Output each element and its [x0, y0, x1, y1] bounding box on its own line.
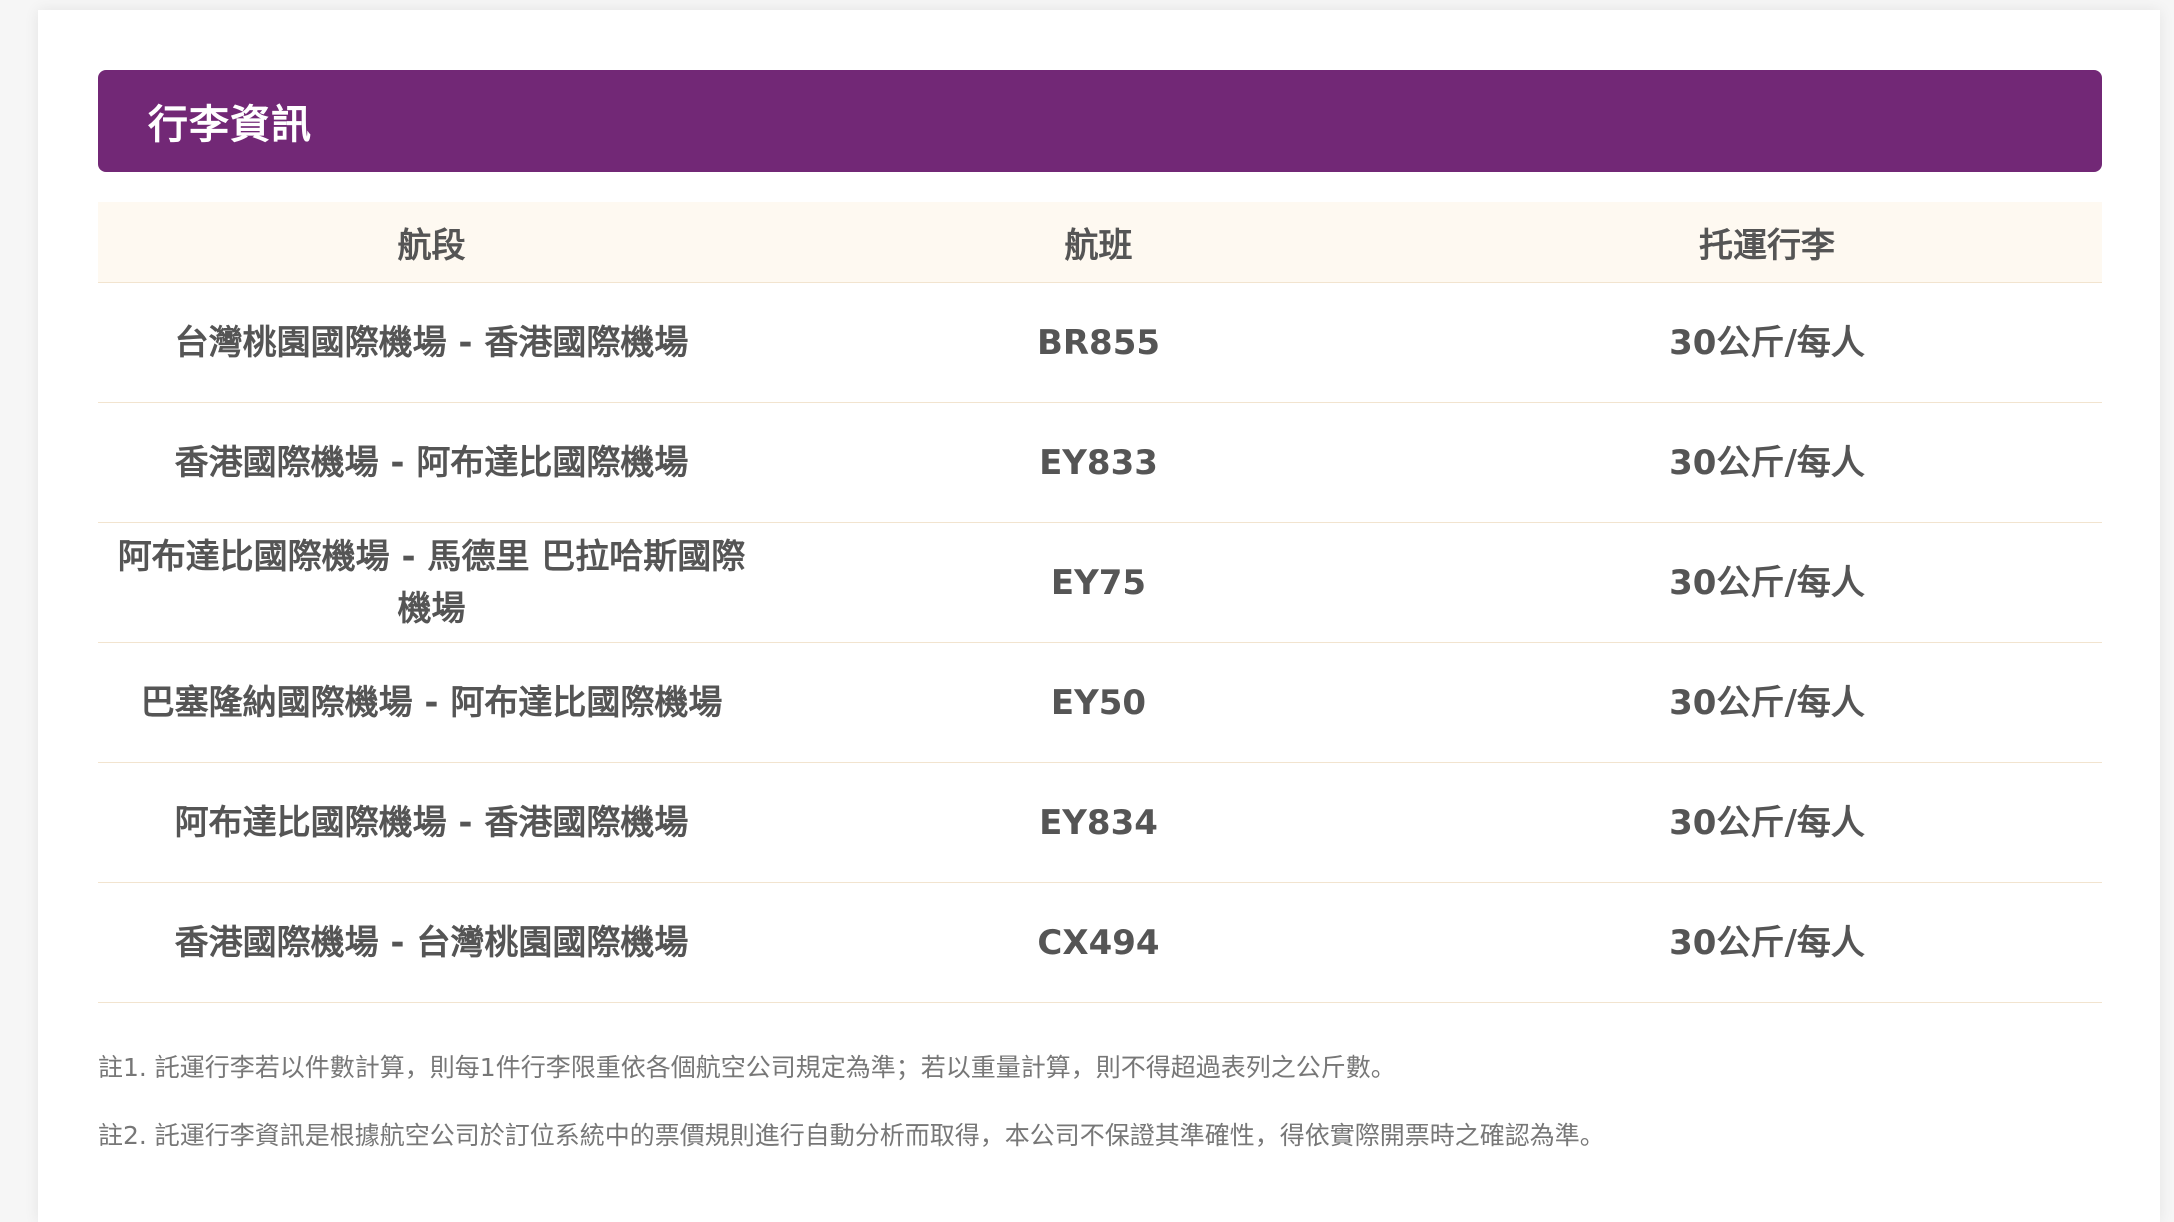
- section-header: 行李資訊: [98, 70, 2102, 172]
- segment-cell: 巴塞隆納國際機場 - 阿布達比國際機場: [140, 682, 723, 723]
- flight-cell: BR855: [1036, 322, 1161, 363]
- baggage-cell: 30公斤/每人: [1669, 922, 1865, 963]
- table-row: 香港國際機場 - 台灣桃園國際機場 CX494 30公斤/每人: [98, 883, 2102, 1003]
- flight-cell: EY834: [1039, 802, 1158, 843]
- table-row: 阿布達比國際機場 - 香港國際機場 EY834 30公斤/每人: [98, 763, 2102, 883]
- baggage-cell: 30公斤/每人: [1669, 802, 1865, 843]
- table-row: 台灣桃園國際機場 - 香港國際機場 BR855 30公斤/每人: [98, 283, 2102, 403]
- table-row: 阿布達比國際機場 - 馬德里 巴拉哈斯國際機場 EY75 30公斤/每人: [98, 523, 2102, 643]
- segment-cell: 阿布達比國際機場 - 馬德里 巴拉哈斯國際機場: [117, 536, 746, 629]
- segment-cell: 香港國際機場 - 阿布達比國際機場: [174, 442, 689, 483]
- flight-cell: CX494: [1037, 922, 1160, 963]
- section-title: 行李資訊: [148, 102, 312, 148]
- segment-cell: 台灣桃園國際機場 - 香港國際機場: [174, 322, 689, 363]
- baggage-info-card: 行李資訊 航段 航班 托運行李 台灣桃園國際機場 - 香港國際機場 BR855 …: [38, 10, 2160, 1222]
- baggage-cell: 30公斤/每人: [1669, 562, 1865, 603]
- column-header-baggage: 托運行李: [1699, 225, 1835, 266]
- baggage-cell: 30公斤/每人: [1669, 322, 1865, 363]
- flight-cell: EY75: [1050, 562, 1147, 603]
- segment-cell: 阿布達比國際機場 - 香港國際機場: [174, 802, 689, 843]
- footnote-1: 註1. 託運行李若以件數計算，則每1件行李限重依各個航空公司規定為準；若以重量計…: [98, 1053, 1396, 1082]
- segment-cell: 香港國際機場 - 台灣桃園國際機場: [174, 922, 689, 963]
- baggage-cell: 30公斤/每人: [1669, 442, 1865, 483]
- column-header-segment: 航段: [397, 225, 466, 266]
- table-header-row: 航段 航班 托運行李: [98, 202, 2102, 283]
- baggage-cell: 30公斤/每人: [1669, 682, 1865, 723]
- baggage-table: 航段 航班 托運行李 台灣桃園國際機場 - 香港國際機場 BR855 30公斤/…: [98, 202, 2102, 1003]
- flight-cell: EY833: [1039, 442, 1158, 483]
- flight-cell: EY50: [1050, 682, 1147, 723]
- footnotes: 註1. 託運行李若以件數計算，則每1件行李限重依各個航空公司規定為準；若以重量計…: [98, 1050, 2102, 1186]
- column-header-flight: 航班: [1064, 225, 1133, 266]
- table-row: 香港國際機場 - 阿布達比國際機場 EY833 30公斤/每人: [98, 403, 2102, 523]
- footnote-2: 註2. 託運行李資訊是根據航空公司於訂位系統中的票價規則進行自動分析而取得，本公…: [98, 1121, 1605, 1150]
- table-row: 巴塞隆納國際機場 - 阿布達比國際機場 EY50 30公斤/每人: [98, 643, 2102, 763]
